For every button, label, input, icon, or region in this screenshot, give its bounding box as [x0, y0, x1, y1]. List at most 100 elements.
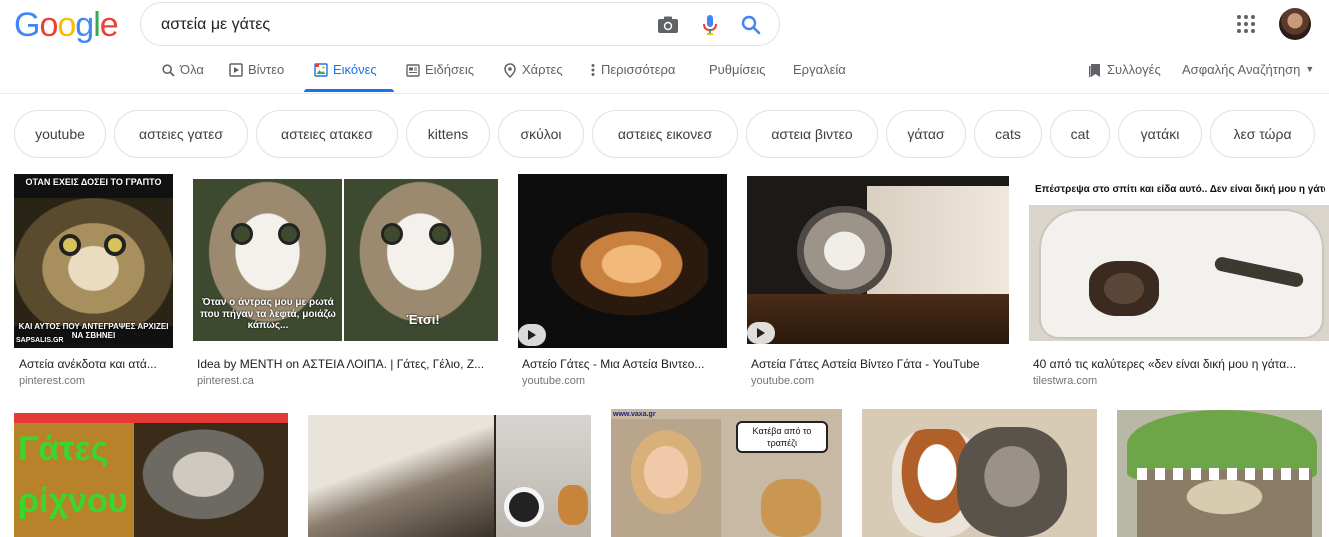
cat-eye: [59, 234, 81, 256]
result-caption[interactable]: Αστεία ανέκδοτα και ατά...: [19, 357, 169, 371]
tab-label: Περισσότερα: [601, 62, 676, 77]
result-caption[interactable]: Idea by MENTH on ΑΣΤΕΙΑ ΛΟΙΠΑ. | Γάτες, …: [197, 357, 493, 371]
chip-cats[interactable]: cats: [974, 110, 1042, 158]
result-image-7[interactable]: [308, 415, 591, 537]
cat-photo: [1089, 261, 1159, 316]
video-icon: [229, 63, 243, 77]
result-image-10[interactable]: [1117, 410, 1322, 537]
result-caption[interactable]: Αστείο Γάτες - Μια Αστεία Βιντεο...: [522, 357, 722, 371]
news-icon: [406, 63, 420, 77]
search-tabs: Όλα Βίντεο Εικόνες Ειδήσεις Χάρτες Περισ…: [0, 56, 1329, 94]
map-pin-icon: [503, 62, 517, 78]
result-image-1[interactable]: ΟΤΑΝ ΕΧΕΙΣ ΔΟΣΕΙ ΤΟ ΓΡΑΠΤΟ ΚΑΙ ΑΥΤΟΣ ΠΟΥ…: [14, 174, 173, 348]
speech-bubble: Κατέβα από το τραπέζι: [736, 421, 828, 453]
result-image-5[interactable]: Επέστρεψα στο σπίτι και είδα αυτό.. Δεν …: [1029, 179, 1329, 341]
tab-images[interactable]: Εικόνες: [314, 62, 377, 92]
more-vert-icon: [590, 63, 596, 77]
collections-label: Συλλογές: [1107, 62, 1161, 77]
meme-text-1: Γάτες: [18, 430, 109, 468]
cat-photo: [308, 415, 494, 537]
tab-more[interactable]: Περισσότερα: [590, 62, 675, 92]
tab-label: Εικόνες: [333, 62, 377, 77]
result-source: pinterest.ca: [197, 375, 254, 387]
bookmark-icon: [1088, 63, 1102, 77]
meme-text-top: ΟΤΑΝ ΕΧΕΙΣ ΔΟΣΕΙ ΤΟ ΓΡΑΠΤΟ: [25, 177, 162, 187]
chip-asteies-eikones[interactable]: αστειες εικονεσ: [592, 110, 738, 158]
tab-label: Ειδήσεις: [425, 62, 474, 77]
red-border: [14, 413, 288, 423]
tab-label: Όλα: [180, 62, 204, 77]
meme-text-left: Όταν ο άντρας μου με ρωτά που πήγαν τα λ…: [200, 297, 336, 331]
microphone-icon[interactable]: [697, 12, 723, 38]
result-source: pinterest.com: [19, 375, 86, 387]
chip-gatas[interactable]: γάτασ: [886, 110, 966, 158]
result-image-9[interactable]: [862, 409, 1097, 537]
result-source: tilestwra.com: [1033, 375, 1098, 387]
search-input[interactable]: [161, 14, 641, 36]
tab-settings[interactable]: Ρυθμίσεις: [709, 62, 765, 92]
result-image-3[interactable]: [518, 174, 727, 348]
tab-tools[interactable]: Εργαλεία: [793, 62, 846, 92]
cat-eye: [104, 234, 126, 256]
search-icon: [161, 63, 175, 77]
chip-asteies-atakes[interactable]: αστειες ατακεσ: [256, 110, 398, 158]
play-icon: [747, 322, 775, 344]
tab-maps[interactable]: Χάρτες: [503, 62, 563, 92]
chip-les-tora[interactable]: λεσ τώρα: [1210, 110, 1315, 158]
cat-photo: [957, 427, 1067, 537]
cat-photo: [761, 479, 821, 537]
result-image-2[interactable]: Όταν ο άντρας μου με ρωτά που πήγαν τα λ…: [193, 179, 498, 341]
cat-eye: [278, 223, 300, 245]
logo-letter: e: [99, 6, 119, 44]
tab-label: Βίντεο: [248, 62, 285, 77]
meme-text-right: Έτσι!: [406, 312, 440, 327]
woman-photo: [611, 419, 721, 537]
watermark: SAPSALIS.GR: [16, 337, 64, 344]
cat-photo: [14, 198, 173, 326]
chip-kittens[interactable]: kittens: [406, 110, 490, 158]
safe-search-label: Ασφαλής Αναζήτηση: [1182, 62, 1301, 77]
tab-all[interactable]: Όλα: [161, 62, 204, 92]
meme-text-2: ρίχνου: [18, 482, 128, 520]
search-box: [140, 2, 780, 46]
active-tab-indicator: [304, 89, 394, 92]
plunger: [504, 487, 544, 527]
logo-letter: g: [75, 6, 94, 44]
result-image-6[interactable]: Γάτες ρίχνου: [14, 413, 288, 537]
apps-grid-icon[interactable]: [1236, 14, 1256, 34]
floor: [747, 294, 1009, 344]
search-icon[interactable]: [738, 12, 764, 38]
meme-text-top: Επέστρεψα στο σπίτι και είδα αυτό.. Δεν …: [1035, 184, 1325, 195]
images-icon: [314, 63, 328, 77]
cat-eye: [231, 223, 253, 245]
result-image-8[interactable]: Κατέβα από το τραπέζι www.vaxa.gr: [611, 409, 842, 537]
result-caption[interactable]: Αστεία Γάτες Αστεία Βίντεο Γάτα - YouTub…: [751, 357, 1006, 371]
logo-letter: o: [57, 6, 76, 44]
cat-photo: [797, 206, 892, 296]
google-logo[interactable]: Google: [14, 6, 119, 45]
watermark: www.vaxa.gr: [613, 411, 656, 418]
chip-skyloi[interactable]: σκύλοι: [498, 110, 584, 158]
tab-news[interactable]: Ειδήσεις: [406, 62, 474, 92]
tab-label: Χάρτες: [522, 62, 563, 77]
result-source: youtube.com: [522, 375, 585, 387]
chip-gataki[interactable]: γατάκι: [1118, 110, 1202, 158]
chip-youtube[interactable]: youtube: [14, 110, 106, 158]
logo-letter: o: [39, 6, 58, 44]
cat-photo: [558, 485, 588, 525]
safe-search-dropdown[interactable]: Ασφαλής Αναζήτηση ▼: [1182, 62, 1314, 92]
result-source: youtube.com: [751, 375, 814, 387]
tab-video[interactable]: Βίντεο: [229, 62, 284, 92]
avatar[interactable]: [1279, 8, 1311, 40]
chip-cat[interactable]: cat: [1050, 110, 1110, 158]
cat-photo: [538, 204, 708, 324]
collections-link[interactable]: Συλλογές: [1088, 62, 1161, 92]
chip-asteies-gates[interactable]: αστειες γατεσ: [114, 110, 248, 158]
result-image-4[interactable]: [747, 176, 1009, 344]
result-caption[interactable]: 40 από τις καλύτερες «δεν είναι δική μου…: [1033, 357, 1321, 371]
camera-icon[interactable]: [655, 12, 681, 38]
chip-asteia-vinteo[interactable]: αστεια βιντεο: [746, 110, 878, 158]
play-icon: [518, 324, 546, 346]
cat-eye: [381, 223, 403, 245]
divider: [342, 179, 344, 341]
